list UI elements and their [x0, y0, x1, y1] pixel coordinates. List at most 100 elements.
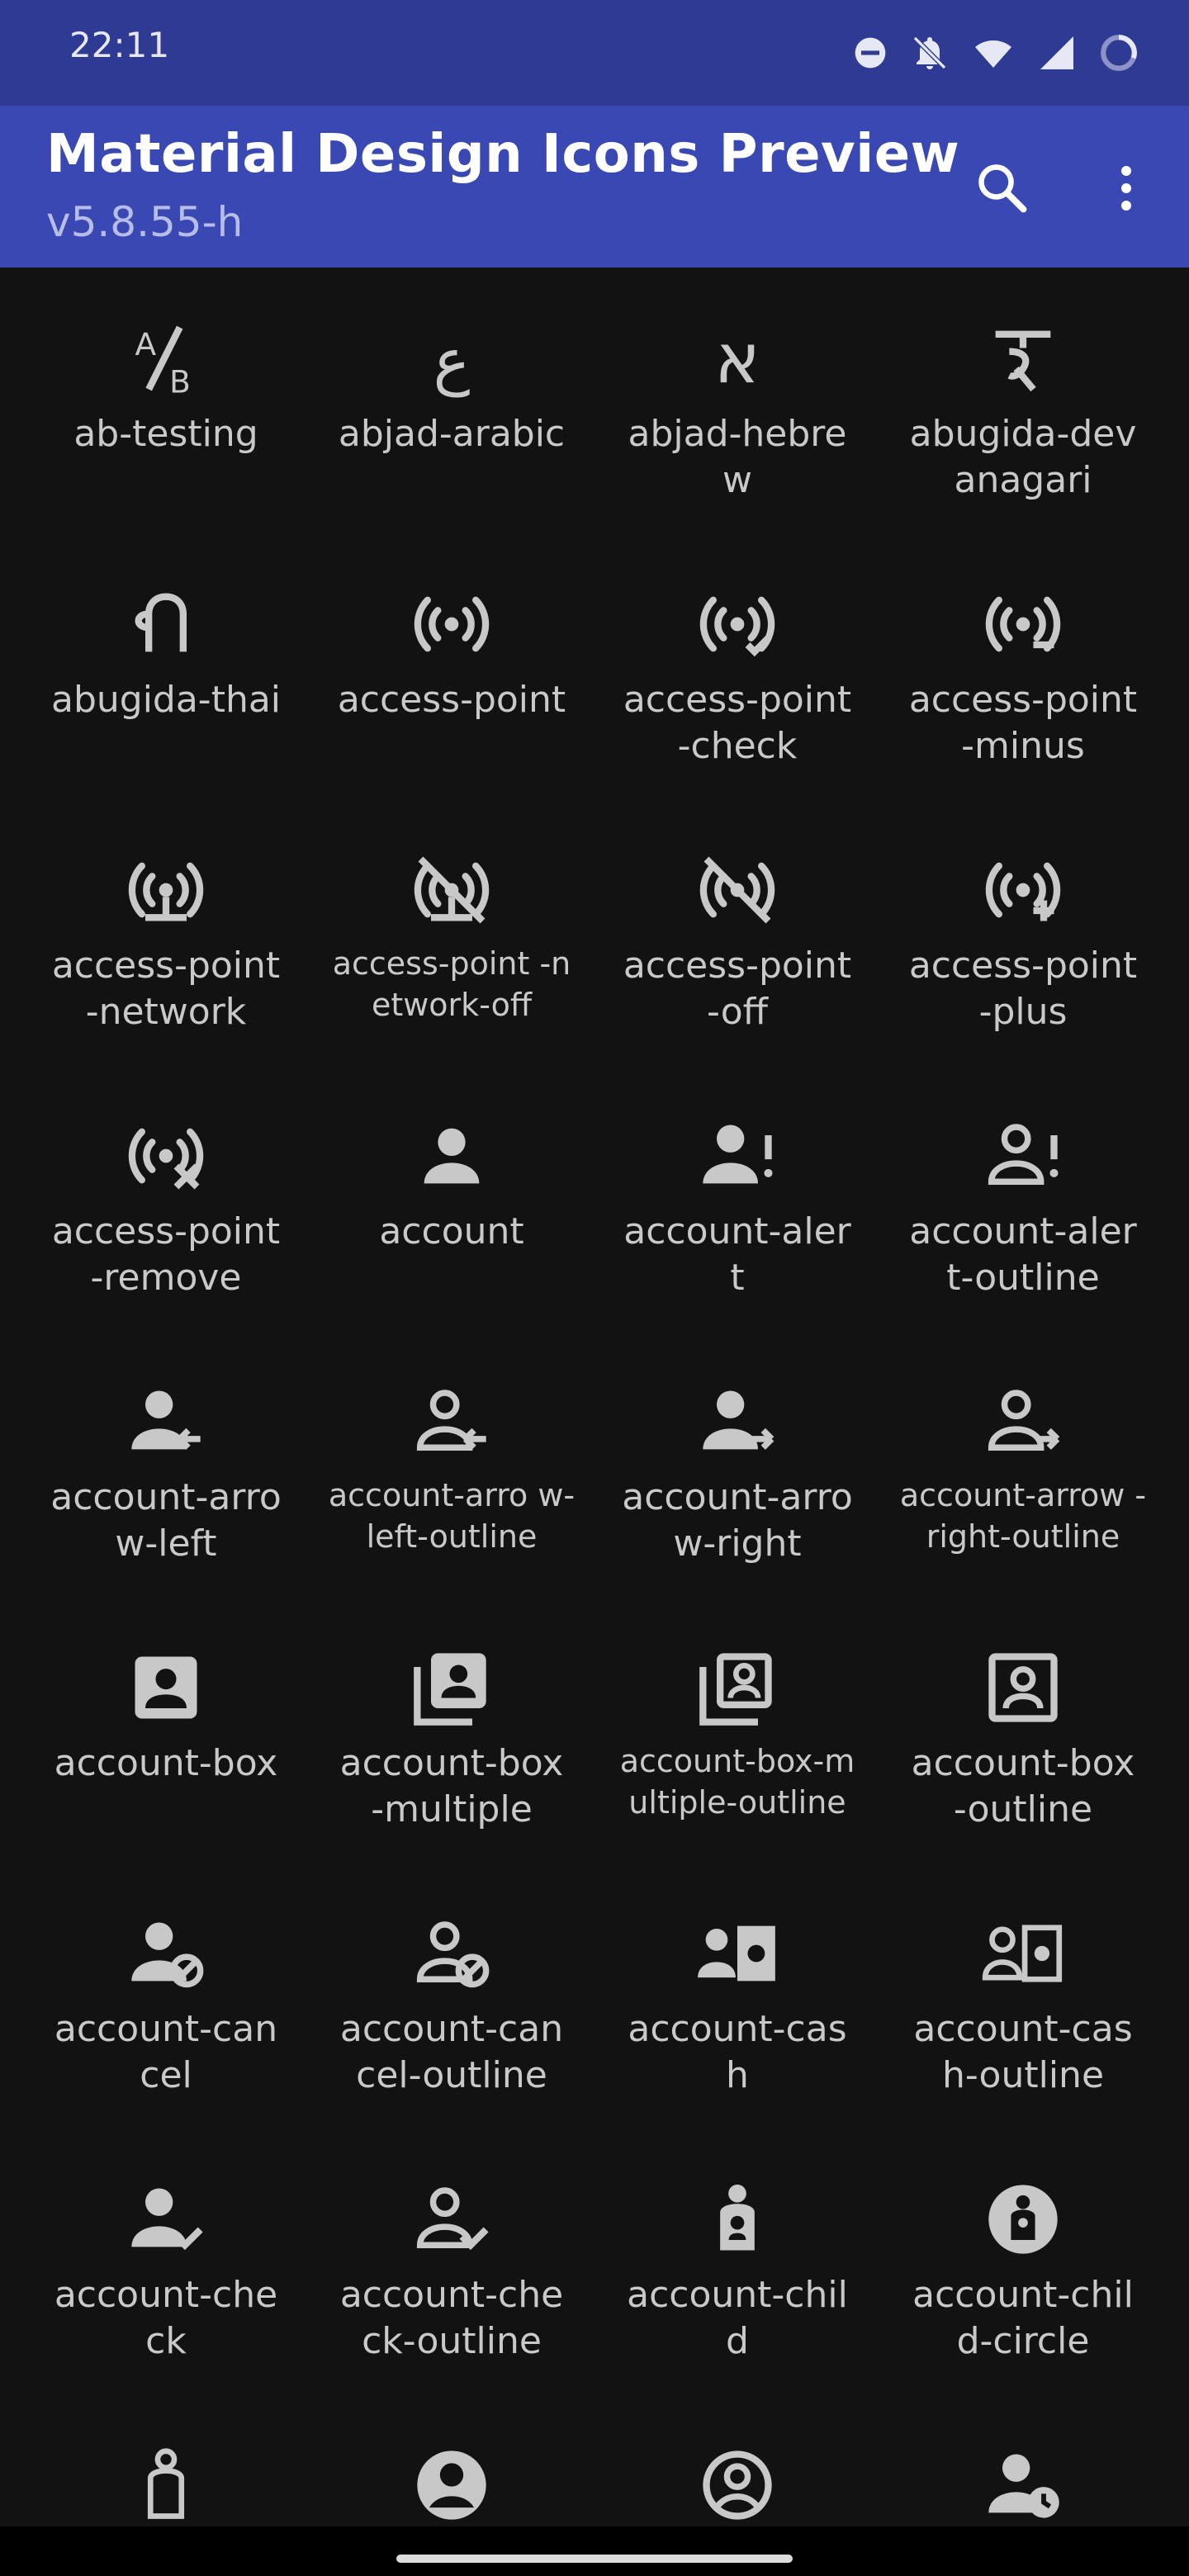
icon-label: account-chil d: [627, 2274, 848, 2362]
icon-tile[interactable]: access-point -plus: [880, 799, 1166, 1065]
icon-tile[interactable]: account-box-m ultiple-outline: [594, 1597, 880, 1863]
icon-tile[interactable]: [309, 2394, 594, 2526]
icon-tile[interactable]: account: [309, 1065, 594, 1331]
account-arrow-right-icon: [696, 1380, 779, 1463]
icon-tile[interactable]: account-aler t: [594, 1065, 880, 1331]
icon-tile[interactable]: access-point -minus: [880, 533, 1166, 799]
icon-tile[interactable]: account-aler t-outline: [880, 1065, 1166, 1331]
account-alert-icon: [696, 1115, 779, 1197]
icon-tile[interactable]: account-arro w-left: [23, 1331, 309, 1597]
icon-tile[interactable]: access-point -check: [594, 533, 880, 799]
icon-tile[interactable]: ع abjad-arabic: [309, 268, 594, 533]
icon-tile[interactable]: access-point -network-off: [309, 799, 594, 1065]
icon-label: abugida-thai: [50, 679, 282, 721]
icon-label: account-cas h-outline: [913, 2008, 1133, 2096]
icon-tile[interactable]: account-chil d: [594, 2129, 880, 2394]
icon-label: access-point -plus: [908, 945, 1138, 1033]
bell-off-icon: [910, 33, 950, 73]
icon-tile[interactable]: א abjad-hebre w: [594, 268, 880, 533]
icon-tile[interactable]: account-box: [23, 1597, 309, 1863]
more-vert-icon: [1121, 166, 1131, 211]
icon-label: access-point -off: [623, 945, 852, 1033]
app-title: Material Design Icons Preview: [46, 124, 960, 185]
account-arrow-left-icon: [125, 1380, 207, 1463]
icon-tile[interactable]: [23, 2394, 309, 2526]
account-cash-icon: [696, 1912, 779, 1995]
ab-testing-icon: AB: [125, 317, 207, 400]
account-box-multiple-outline-icon: [696, 1646, 779, 1729]
account-alert-outline-icon: [982, 1115, 1064, 1197]
icon-tile[interactable]: account-box -outline: [880, 1597, 1166, 1863]
status-bar: 22:11: [0, 0, 1189, 106]
icon-label: account-box -multiple: [339, 1742, 564, 1830]
icon-tile[interactable]: access-point: [309, 533, 594, 799]
app-bar: Material Design Icons Preview v5.8.55-h: [0, 106, 1189, 268]
account-icon: [410, 1115, 493, 1197]
icon-label: access-point -network-off: [332, 945, 571, 1023]
icon-tile[interactable]: account-cas h: [594, 1863, 880, 2129]
access-point-check-icon: [696, 583, 779, 665]
icon-grid: A Bab-testing ع abjad-arabic א abjad-hebre wa…: [0, 268, 1189, 2526]
account-child-circle-icon: [982, 2178, 1064, 2261]
app-subtitle: v5.8.55-h: [46, 198, 244, 246]
status-icons: [852, 26, 1139, 79]
account-circle-outline-icon: [696, 2444, 779, 2526]
icon-tile[interactable]: [880, 2394, 1166, 2526]
icon-label: ab-testing: [73, 413, 258, 455]
icon-tile[interactable]: account-can cel-outline: [309, 1863, 594, 2129]
icon-tile[interactable]: account-che ck: [23, 2129, 309, 2394]
account-cancel-icon: [125, 1912, 207, 1995]
account-arrow-left-outline-icon: [410, 1380, 493, 1463]
svg-text:B: B: [169, 364, 191, 400]
search-button[interactable]: [966, 152, 1039, 225]
navigation-bar: [0, 2526, 1189, 2576]
icon-tile[interactable]: access-point -off: [594, 799, 880, 1065]
icon-tile[interactable]: account-chil d-circle: [880, 2129, 1166, 2394]
abugida-thai-icon: [125, 583, 207, 665]
battery-ring-icon: [1098, 32, 1139, 73]
access-point-remove-icon: [125, 1115, 207, 1197]
dnd-icon: [852, 35, 888, 71]
icon-tile[interactable]: [594, 2394, 880, 2526]
svg-text:A: A: [135, 326, 157, 362]
icon-tile[interactable]: account-arro w-left-outline: [309, 1331, 594, 1597]
svg-text:א: א: [714, 319, 760, 399]
gesture-handle[interactable]: [396, 2555, 793, 2563]
icon-label: access-point -minus: [908, 679, 1138, 767]
icon-tile[interactable]: account-can cel: [23, 1863, 309, 2129]
icon-label: account-box-m ultiple-outline: [619, 1743, 855, 1821]
icon-tile[interactable]: account-arro w-right: [594, 1331, 880, 1597]
icon-tile[interactable]: account-cas h-outline: [880, 1863, 1166, 2129]
icon-label: account: [379, 1210, 524, 1252]
icon-tile[interactable]: access-point -remove: [23, 1065, 309, 1331]
abjad-arabic-icon: ع: [410, 317, 493, 400]
account-child-icon: [696, 2178, 779, 2261]
overflow-menu-button[interactable]: [1090, 152, 1163, 225]
icon-tile[interactable]: A Bab-testing: [23, 268, 309, 533]
icon-label: account-arro w-left-outline: [328, 1477, 576, 1555]
account-circle-icon: [410, 2444, 493, 2526]
icon-label: account-aler t: [623, 1210, 851, 1299]
icon-label: access-point: [337, 679, 566, 721]
account-child-outline-icon: [125, 2444, 207, 2526]
signal-icon: [1037, 33, 1077, 73]
icon-tile[interactable]: account-arrow -right-outline: [880, 1331, 1166, 1597]
icon-label: account-che ck-outline: [339, 2274, 564, 2362]
account-check-icon: [125, 2178, 207, 2261]
icon-tile[interactable]: abugida-dev anagari: [880, 268, 1166, 533]
icon-label: abjad-hebre w: [628, 413, 847, 501]
search-icon: [978, 164, 1027, 213]
icon-label: account-cas h: [628, 2008, 847, 2096]
icon-tile[interactable]: account-box -multiple: [309, 1597, 594, 1863]
icon-label: abjad-arabic: [338, 413, 566, 455]
icon-label: access-point -remove: [51, 1210, 281, 1299]
status-time: 22:11: [69, 25, 170, 65]
account-cash-outline-icon: [982, 1912, 1064, 1995]
svg-text:ع: ع: [433, 324, 471, 397]
icon-tile[interactable]: account-che ck-outline: [309, 2129, 594, 2394]
icon-tile[interactable]: abugida-thai: [23, 533, 309, 799]
icon-label: account-aler t-outline: [909, 1210, 1137, 1299]
icon-tile[interactable]: access-point -network: [23, 799, 309, 1065]
icon-label: account-can cel-outline: [339, 2008, 564, 2096]
account-clock-icon: [982, 2444, 1064, 2526]
